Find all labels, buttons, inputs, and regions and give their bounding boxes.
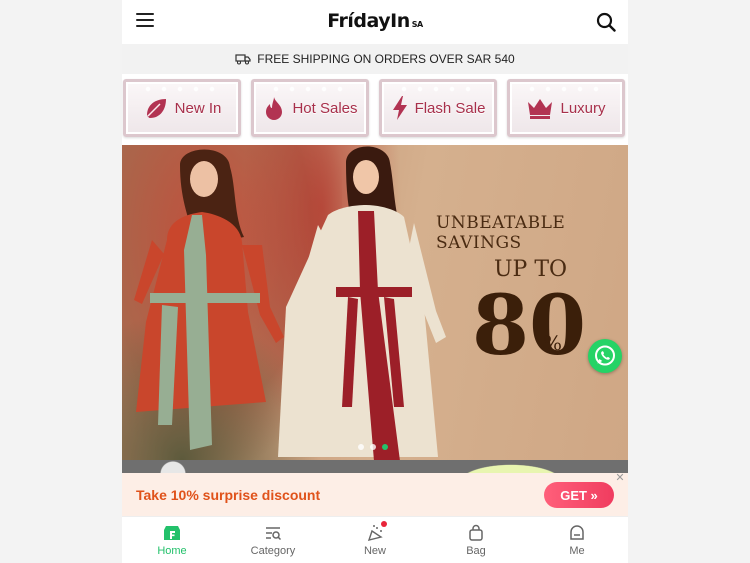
bottom-nav: Home Category New Bag Me: [122, 516, 628, 563]
nav-label: Category: [250, 545, 296, 557]
truck-icon: [235, 54, 251, 65]
get-coupon-button[interactable]: GET »: [544, 482, 614, 508]
tile-flash-sale[interactable]: Flash Sale: [379, 79, 497, 137]
tile-luxury[interactable]: Luxury: [507, 79, 625, 137]
nav-me[interactable]: Me: [537, 523, 617, 557]
shipping-text: FREE SHIPPING ON ORDERS OVER SAR 540: [257, 52, 515, 66]
tile-new-in[interactable]: New In: [123, 79, 241, 137]
me-icon: [567, 523, 587, 543]
nav-bag[interactable]: Bag: [436, 523, 516, 557]
hero-discount-number: 80: [472, 278, 587, 374]
tile-label: Hot Sales: [292, 99, 358, 117]
nav-label: Bag: [466, 545, 486, 557]
search-icon[interactable]: [596, 12, 616, 32]
top-header: FrídayIn SA: [122, 0, 628, 44]
coupon-bar: Take 10% surprise discount GET » ✕: [122, 472, 628, 516]
tile-label: Flash Sale: [414, 99, 486, 117]
hero-percent-sign: %: [543, 331, 563, 355]
brand-name: FrídayIn: [327, 10, 410, 32]
tile-label: New In: [174, 99, 222, 117]
new-badge-dot: [381, 521, 387, 527]
nav-category[interactable]: Category: [233, 523, 313, 557]
category-icon: [263, 523, 283, 543]
pager-dot[interactable]: [358, 444, 364, 450]
hero-banner[interactable]: UNBEATABLE SAVINGS UP TO 80 %: [122, 145, 628, 460]
home-icon: [162, 523, 182, 543]
crown-icon: [528, 99, 553, 119]
leaf-icon: [146, 99, 166, 118]
category-tiles: New In Hot Sales Flash Sale Luxury: [122, 79, 628, 140]
content-preview-strip: [122, 460, 628, 474]
nav-home[interactable]: Home: [132, 523, 212, 557]
new-icon: [365, 521, 387, 543]
lightning-icon: [392, 96, 407, 120]
whatsapp-icon: [595, 345, 615, 366]
nav-label: Me: [569, 545, 585, 557]
close-icon[interactable]: ✕: [614, 472, 626, 484]
pager-dot-active[interactable]: [382, 444, 388, 450]
nav-label: Home: [157, 545, 187, 557]
brand-region: SA: [411, 20, 423, 29]
bag-icon: [466, 523, 486, 543]
shipping-banner: FREE SHIPPING ON ORDERS OVER SAR 540: [122, 44, 628, 74]
nav-new[interactable]: New: [335, 521, 415, 557]
app-screen: FrídayIn SA FREE SHIPPING ON ORDERS OVER …: [122, 0, 628, 563]
whatsapp-chat-button[interactable]: [588, 339, 622, 373]
nav-label: New: [363, 545, 386, 557]
tile-label: Luxury: [560, 99, 606, 117]
hero-headline: UNBEATABLE SAVINGS: [436, 213, 566, 253]
tile-hot-sales[interactable]: Hot Sales: [251, 79, 369, 137]
flame-icon: [266, 97, 283, 120]
pager-dot[interactable]: [370, 444, 376, 450]
carousel-pager: [358, 444, 388, 450]
brand-logo[interactable]: FrídayIn SA: [122, 10, 628, 32]
coupon-text: Take 10% surprise discount: [136, 487, 321, 503]
